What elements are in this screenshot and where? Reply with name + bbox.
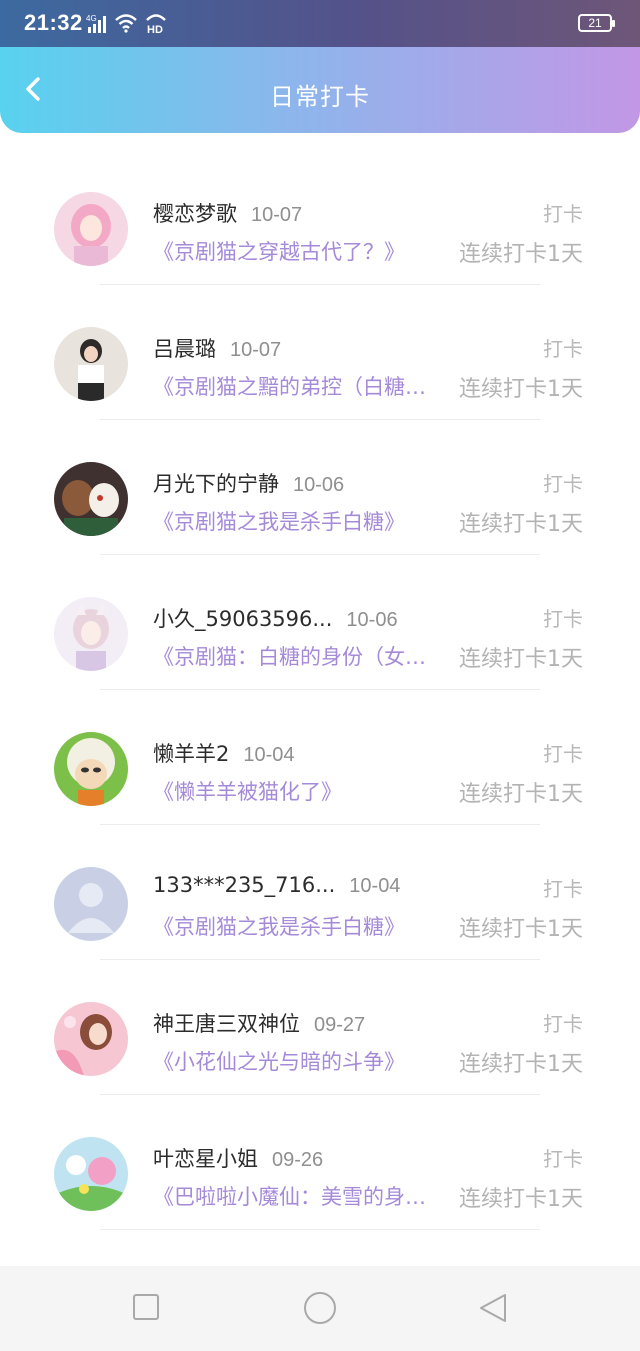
status-bar: 21:32 4G HD 21 [0,0,640,47]
checkin-date: 10-07 [251,204,303,226]
user-name: 吕晨璐 10-07 [153,337,282,361]
back-triangle-icon [480,1294,506,1322]
avatar[interactable] [54,327,128,401]
checkin-tag: 打卡 [543,742,583,766]
header: 日常打卡 [0,47,640,133]
avatar[interactable] [54,597,128,671]
back-nav-button[interactable] [477,1292,509,1328]
signal-label: 4G [86,14,97,23]
book-title[interactable]: 《京剧猫之我是杀手白糖》 [153,911,437,941]
checkin-tag: 打卡 [543,337,583,361]
wifi-icon [115,14,137,33]
book-title[interactable]: 《京剧猫之穿越古代了？》 [153,236,437,266]
checkin-tag: 打卡 [543,1147,583,1171]
book-title[interactable]: 《京剧猫之我是杀手白糖》 [153,506,437,536]
checkin-tag: 打卡 [543,1012,583,1036]
streak-text: 连续打卡1天 [459,647,583,672]
checkin-tag: 打卡 [543,607,583,631]
checkin-tag: 打卡 [543,877,583,901]
checkin-tag: 打卡 [543,202,583,226]
home-button[interactable] [302,1290,338,1330]
avatar[interactable] [54,732,128,806]
user-name: 神王唐三双神位 09-27 [153,1012,366,1036]
status-time: 21:32 [24,10,83,35]
book-title[interactable]: 《京剧猫：白糖的身份（女… [153,641,437,671]
status-icons: 4G HD [86,12,168,34]
hd-call-icon: HD [146,14,166,34]
user-name: 小久_59063596... 10-06 [153,607,398,631]
list-item[interactable]: 懒羊羊2 10-04 打卡 《懒羊羊被猫化了》 连续打卡1天 [0,690,640,825]
streak-text: 连续打卡1天 [459,1052,583,1077]
streak-text: 连续打卡1天 [459,1187,583,1212]
book-title[interactable]: 《懒羊羊被猫化了》 [153,776,437,806]
avatar[interactable] [54,1137,128,1211]
recent-apps-button[interactable] [131,1292,161,1326]
streak-text: 连续打卡1天 [459,377,583,402]
checkin-date: 10-04 [243,744,295,766]
list-item[interactable]: 小久_59063596... 10-06 打卡 《京剧猫：白糖的身份（女… 连续打… [0,555,640,690]
avatar[interactable] [54,867,128,941]
list-item[interactable]: 神王唐三双神位 09-27 打卡 《小花仙之光与暗的斗争》 连续打卡1天 [0,960,640,1095]
list-item[interactable]: 月光下的宁静 10-06 打卡 《京剧猫之我是杀手白糖》 连续打卡1天 [0,420,640,555]
avatar[interactable] [54,1002,128,1076]
streak-text: 连续打卡1天 [459,242,583,267]
list-item[interactable]: 133***235_716... 10-04 打卡 《京剧猫之我是杀手白糖》 连续… [0,825,640,960]
user-name: 133***235_716... 10-04 [153,873,401,897]
avatar[interactable] [54,192,128,266]
checkin-tag: 打卡 [543,472,583,496]
user-name: 樱恋梦歌 10-07 [153,202,303,226]
checkin-date: 10-06 [293,474,345,496]
avatar[interactable] [54,462,128,536]
checkin-date: 09-26 [272,1149,324,1171]
list-item[interactable]: 樱恋梦歌 10-07 打卡 《京剧猫之穿越古代了？》 连续打卡1天 [0,150,640,285]
system-nav-bar [0,1266,640,1351]
streak-text: 连续打卡1天 [459,512,583,537]
checkin-date: 09-27 [314,1014,366,1036]
list-item[interactable]: 吕晨璐 10-07 打卡 《京剧猫之黯的弟控（白糖… 连续打卡1天 [0,285,640,420]
default-avatar-icon [54,867,128,941]
user-name: 月光下的宁静 10-06 [153,472,345,496]
checkin-date: 10-07 [230,339,282,361]
checkin-list: 樱恋梦歌 10-07 打卡 《京剧猫之穿越古代了？》 连续打卡1天 吕晨璐 10-0… [0,150,640,1230]
divider [100,1229,540,1230]
recent-apps-icon [133,1294,159,1320]
book-title[interactable]: 《小花仙之光与暗的斗争》 [153,1046,437,1076]
battery-indicator: 21 [578,14,615,32]
streak-text: 连续打卡1天 [459,917,583,942]
checkin-date: 10-06 [346,609,398,631]
list-item[interactable]: 叶恋星小姐 09-26 打卡 《巴啦啦小魔仙：美雪的身… 连续打卡1天 [0,1095,640,1230]
top-bar: 21:32 4G HD 21 日常打卡 [0,0,640,133]
checkin-date: 10-04 [349,875,401,897]
user-name: 懒羊羊2 10-04 [153,742,295,766]
streak-text: 连续打卡1天 [459,782,583,807]
user-name: 叶恋星小姐 09-26 [153,1147,324,1171]
book-title[interactable]: 《巴啦啦小魔仙：美雪的身… [153,1181,437,1211]
book-title[interactable]: 《京剧猫之黯的弟控（白糖… [153,371,437,401]
home-icon [304,1292,336,1324]
page-title: 日常打卡 [270,83,370,111]
signal-icon: 4G [86,14,106,33]
hd-label: HD [147,24,163,34]
